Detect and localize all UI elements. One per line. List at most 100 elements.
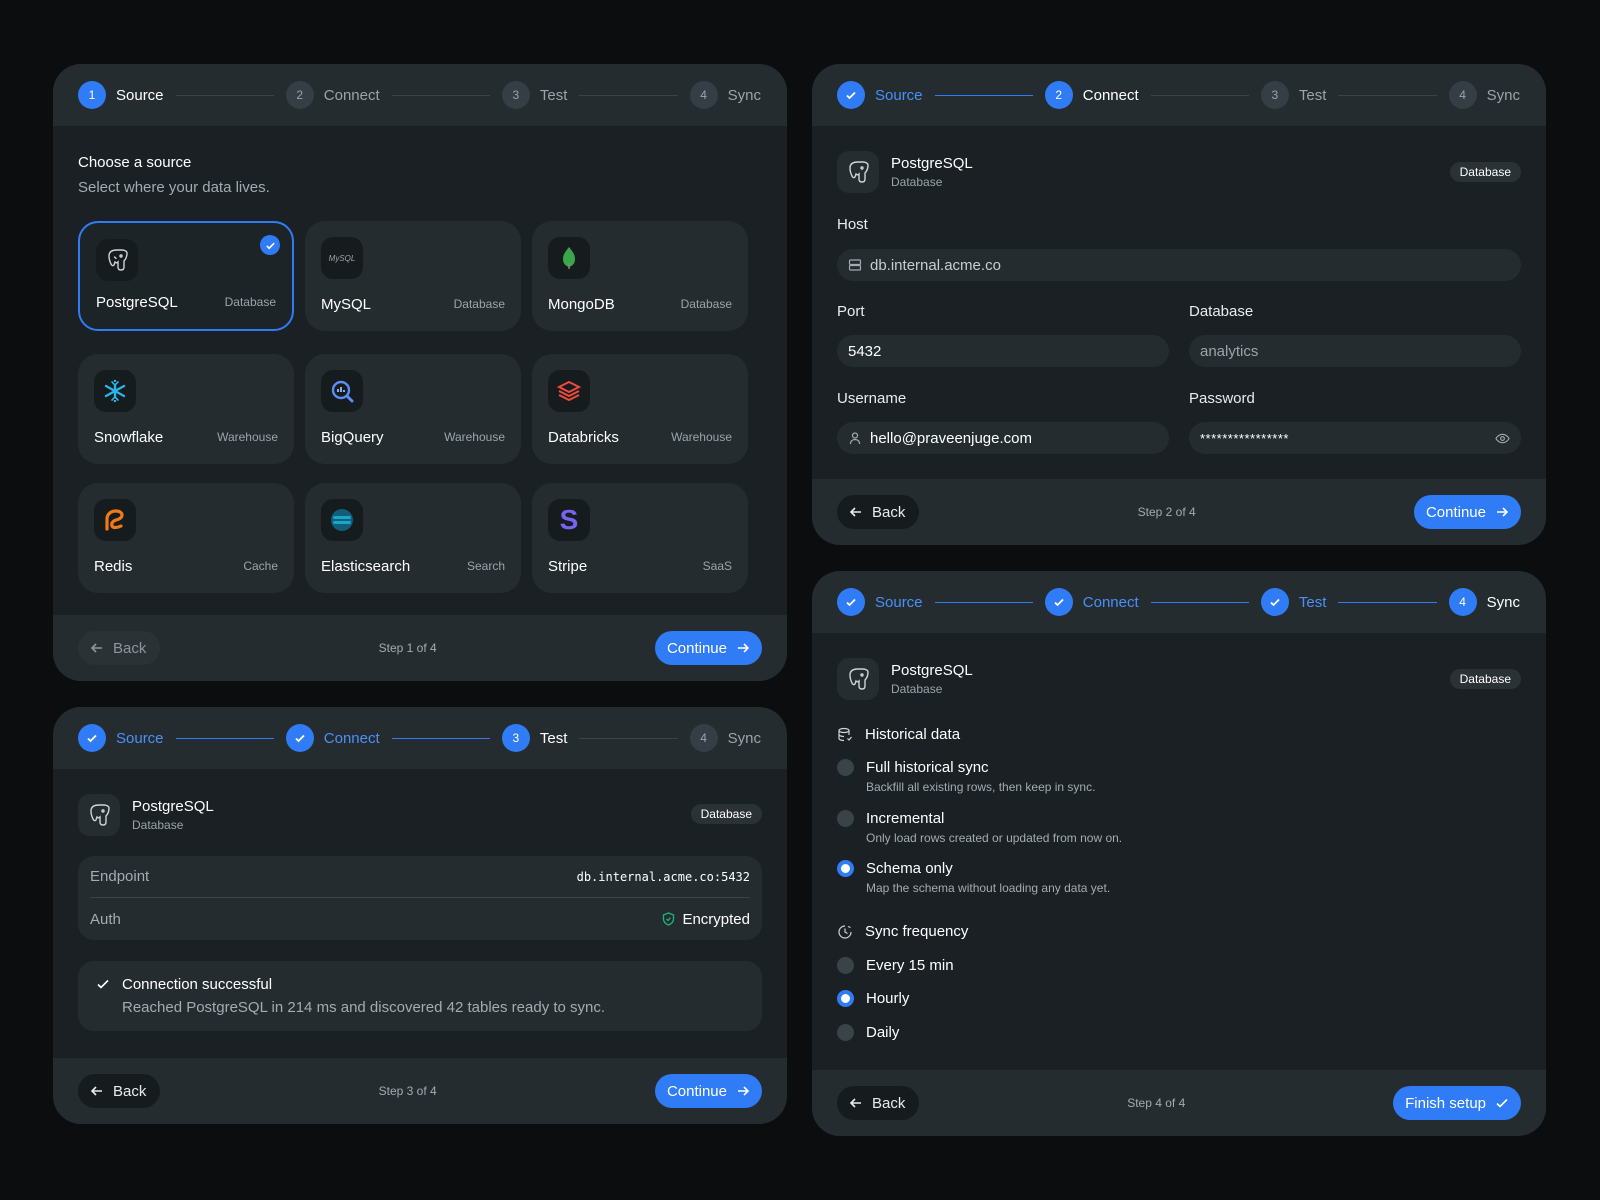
host-input[interactable]: db.internal.acme.co <box>837 249 1521 281</box>
step-connect[interactable]: Connect <box>285 724 380 752</box>
selected-source: PostgreSQL Database <box>837 151 973 193</box>
source-tile-redis[interactable]: Redis Cache <box>78 483 294 593</box>
back-button[interactable]: Back <box>78 1074 161 1108</box>
mysql-logo-text: MySQL <box>328 253 356 263</box>
source-tile-postgresql[interactable]: PostgreSQL Database <box>78 221 294 331</box>
endpoint-label: Endpoint <box>90 868 150 885</box>
step-source[interactable]: Source <box>78 724 164 752</box>
step-connector <box>1150 601 1249 603</box>
finish-label: Finish setup <box>1405 1094 1486 1112</box>
source-name: MongoDB <box>548 296 615 313</box>
option-title: Incremental <box>866 810 945 827</box>
step-source[interactable]: Source <box>837 588 923 616</box>
option-hourly[interactable]: Hourly <box>837 990 909 1007</box>
radio-button[interactable] <box>837 759 854 776</box>
step-count: Step 1 of 4 <box>378 641 437 655</box>
step-connector <box>934 94 1033 96</box>
step-sync[interactable]: 4 Sync <box>1448 588 1520 616</box>
step-connect[interactable]: 2 Connect <box>285 81 380 109</box>
step-label: Test <box>1298 593 1327 611</box>
database-label: Database <box>1189 303 1254 320</box>
check-icon <box>837 81 865 109</box>
back-button[interactable]: Back <box>837 495 920 529</box>
step-sync[interactable]: 4 Sync <box>1448 81 1520 109</box>
option-title: Every 15 min <box>866 957 954 974</box>
host-label: Host <box>837 216 868 233</box>
step-connect[interactable]: 2 Connect <box>1044 81 1139 109</box>
step-test[interactable]: 3 Test <box>1260 81 1326 109</box>
database-input[interactable]: analytics <box>1189 335 1521 367</box>
step-connector <box>391 737 490 739</box>
step-number: 3 <box>501 81 530 109</box>
port-input[interactable]: 5432 <box>837 335 1169 367</box>
step-connector <box>934 601 1033 603</box>
success-title: Connection successful <box>122 976 273 993</box>
back-button[interactable]: Back <box>78 631 161 665</box>
radio-button[interactable] <box>837 810 854 827</box>
finish-setup-button[interactable]: Finish setup <box>1393 1086 1521 1120</box>
option-incremental[interactable]: Incremental Only load rows created or upd… <box>837 810 1122 845</box>
source-tile-snowflake[interactable]: Snowflake Warehouse <box>78 354 294 464</box>
step-number: 3 <box>501 724 530 752</box>
back-button[interactable]: Back <box>837 1086 920 1120</box>
step-source[interactable]: Source <box>837 81 923 109</box>
password-label: Password <box>1189 390 1255 407</box>
source-tile-elasticsearch[interactable]: Elasticsearch Search <box>305 483 521 593</box>
stepper: 1 Source 2 Connect 3 Test 4 Sync <box>53 64 787 126</box>
source-type: Database <box>891 682 943 696</box>
source-tile-stripe[interactable]: S Stripe SaaS <box>532 483 748 593</box>
source-tile-bigquery[interactable]: BigQuery Warehouse <box>305 354 521 464</box>
check-icon <box>1495 1096 1509 1110</box>
radio-button[interactable] <box>837 990 854 1007</box>
database-placeholder: analytics <box>1200 342 1259 360</box>
source-type: Database <box>891 175 943 189</box>
postgresql-icon <box>837 658 879 700</box>
password-value: **************** <box>1200 430 1289 446</box>
step-number: 2 <box>1044 81 1073 109</box>
radio-button[interactable] <box>837 1024 854 1041</box>
option-every-15-min[interactable]: Every 15 min <box>837 957 954 974</box>
option-full-historical-sync[interactable]: Full historical sync Backfill all existin… <box>837 759 1095 794</box>
source-tile-mongodb[interactable]: MongoDB Database <box>532 221 748 331</box>
stepper: Source 2 Connect 3 Test 4 Sync <box>812 64 1546 126</box>
step-test[interactable]: 3 Test <box>501 81 567 109</box>
check-icon <box>1260 588 1289 616</box>
continue-button[interactable]: Continue <box>1413 495 1521 529</box>
step-count: Step 4 of 4 <box>1127 1096 1186 1110</box>
password-input[interactable]: **************** <box>1189 422 1521 454</box>
historical-data-heading: Historical data <box>837 726 960 743</box>
option-description: Only load rows created or updated from n… <box>866 831 1123 845</box>
step-sync[interactable]: 4 Sync <box>689 724 761 752</box>
step-test[interactable]: Test <box>1260 588 1327 616</box>
step-connect[interactable]: Connect <box>1044 588 1139 616</box>
check-icon <box>96 977 110 991</box>
username-label: Username <box>837 390 907 407</box>
continue-button[interactable]: Continue <box>654 1074 762 1108</box>
clock-icon <box>837 924 853 940</box>
source-type: Database <box>224 295 276 309</box>
continue-button[interactable]: Continue <box>654 631 762 665</box>
card-footer: Back Step 2 of 4 Continue <box>812 479 1546 545</box>
step-connector <box>1338 601 1437 603</box>
option-daily[interactable]: Daily <box>837 1024 899 1041</box>
stepper: Source Connect 3 Test 4 Sync <box>53 707 787 769</box>
radio-button[interactable] <box>837 860 854 877</box>
source-tile-mysql[interactable]: MySQL MySQL Database <box>305 221 521 331</box>
step-source[interactable]: 1 Source <box>78 81 164 109</box>
step-sync[interactable]: 4 Sync <box>689 81 761 109</box>
eye-icon[interactable] <box>1495 431 1510 446</box>
step-label: Connect <box>323 86 380 104</box>
back-label: Back <box>113 1082 147 1100</box>
username-input[interactable]: hello@praveenjuge.com <box>837 422 1169 454</box>
option-schema-only[interactable]: Schema only Map the schema without loadin… <box>837 860 1110 895</box>
source-name: Elasticsearch <box>321 558 411 575</box>
radio-button[interactable] <box>837 957 854 974</box>
check-icon <box>1044 588 1073 616</box>
step-connector <box>579 94 678 96</box>
mysql-icon: MySQL <box>321 237 363 279</box>
source-tile-databricks[interactable]: Databricks Warehouse <box>532 354 748 464</box>
arrow-left-icon <box>849 1096 863 1110</box>
step-test[interactable]: 3 Test <box>501 724 567 752</box>
step-number: 2 <box>285 81 314 109</box>
snowflake-icon <box>94 370 136 412</box>
